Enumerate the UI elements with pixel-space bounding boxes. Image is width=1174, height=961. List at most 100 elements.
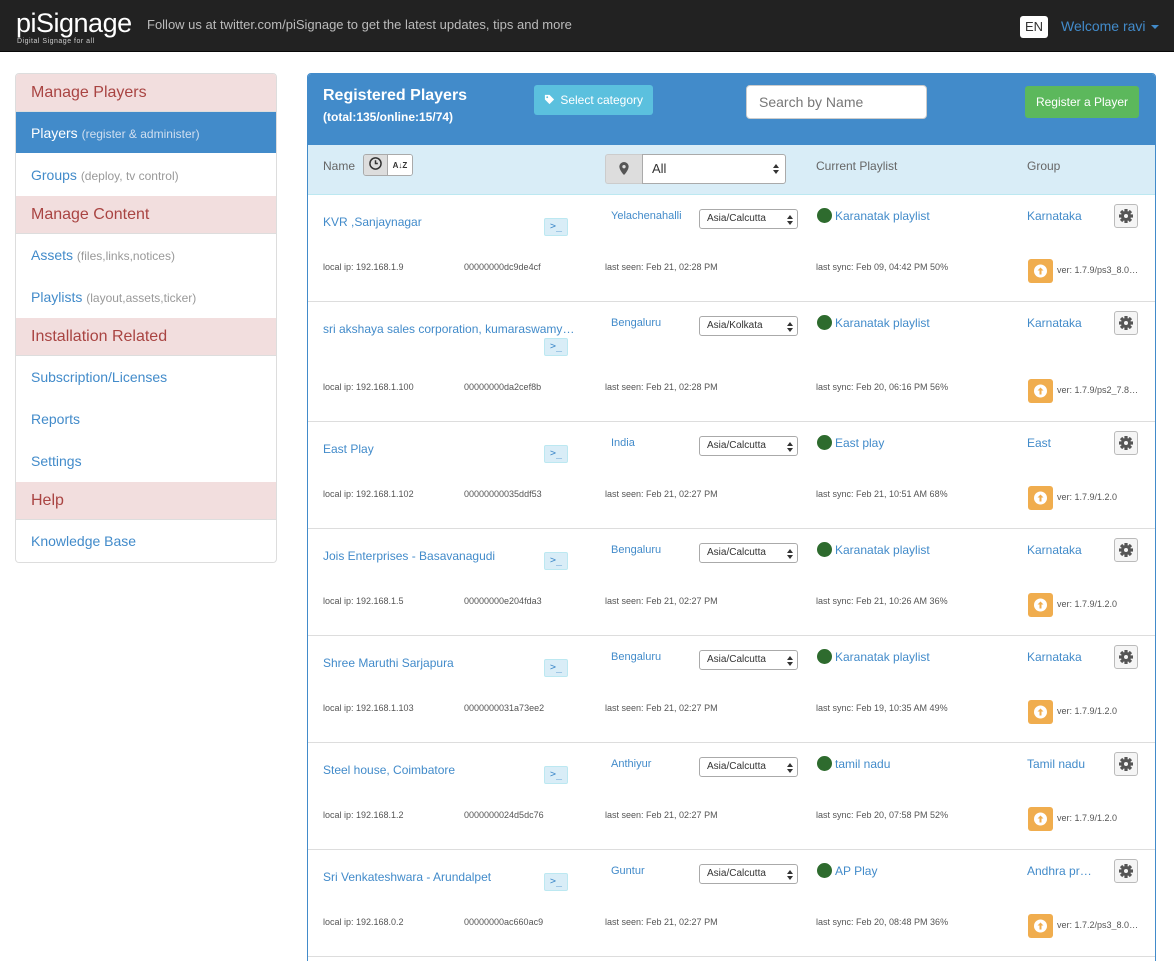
brand-logo[interactable]: piSignage Digital Signage for all [16,9,132,45]
terminal-icon[interactable]: >_ [544,873,568,891]
timezone-select[interactable]: Asia/Calcutta [699,436,798,456]
timezone-value: Asia/Calcutta [707,761,766,772]
upgrade-button[interactable] [1028,259,1053,283]
player-row: Sri Venkateshwara - Arundalpet >_ local … [308,850,1155,957]
upgrade-button[interactable] [1028,593,1053,617]
sidebar-item-assets[interactable]: Assets (files,links,notices) [16,234,276,276]
sidebar-item-playlists[interactable]: Playlists (layout,assets,ticker) [16,276,276,318]
register-player-button[interactable]: Register a Player [1025,86,1139,118]
upgrade-button[interactable] [1028,700,1053,724]
player-location-link[interactable]: India [611,437,635,449]
panel-title: Registered Players [323,87,467,105]
sidebar-item-hint: (layout,assets,ticker) [86,291,196,305]
player-row: KVR ,Sanjaynagar >_ local ip: 192.168.1.… [308,195,1155,302]
player-id: 00000000e204fda3 [464,596,542,606]
player-playlist-link[interactable]: Karanatak playlist [835,650,930,664]
terminal-icon[interactable]: >_ [544,766,568,784]
player-name-link[interactable]: sri akshaya sales corporation, kumaraswa… [323,322,575,336]
player-group-link[interactable]: Karnataka [1027,650,1095,664]
settings-button[interactable] [1114,311,1138,335]
sort-time-button[interactable] [364,155,388,175]
player-playlist-link[interactable]: East play [835,436,884,450]
player-last-sync: last sync: Feb 20, 06:16 PM 56% [816,382,948,392]
timezone-select[interactable]: Asia/Calcutta [699,650,798,670]
search-input[interactable] [746,85,927,119]
gear-icon [1115,432,1137,454]
sort-alpha-button[interactable]: A↓Z [388,155,412,175]
online-status-dot [817,435,832,450]
terminal-icon[interactable]: >_ [544,659,568,677]
player-local-ip: local ip: 192.168.1.103 [323,703,414,713]
player-group-link[interactable]: Karnataka [1027,209,1095,223]
upload-circle-icon [1028,593,1053,617]
player-location-link[interactable]: Yelachenahalli [611,210,682,222]
player-group-link[interactable]: East [1027,436,1095,450]
player-location-link[interactable]: Guntur [611,865,645,877]
settings-button[interactable] [1114,645,1138,669]
player-name-link[interactable]: Sri Venkateshwara - Arundalpet [323,870,575,884]
player-playlist-link[interactable]: Karanatak playlist [835,209,930,223]
sidebar-item-knowledge-base[interactable]: Knowledge Base [16,520,276,562]
upgrade-button[interactable] [1028,486,1053,510]
player-version: ver: 1.7.9/1.2.0 [1057,492,1141,502]
player-playlist-link[interactable]: Karanatak playlist [835,543,930,557]
player-group-link[interactable]: Andhra pra... [1027,864,1095,878]
select-arrows-icon [787,548,793,560]
player-name-link[interactable]: Shree Maruthi Sarjapura [323,656,575,670]
select-arrows-icon [787,655,793,667]
location-filter-select[interactable]: All [642,154,786,184]
player-location-link[interactable]: Anthiyur [611,758,651,770]
player-name-link[interactable]: East Play [323,442,575,456]
player-playlist-link[interactable]: AP Play [835,864,877,878]
player-group-link[interactable]: Tamil nadu [1027,757,1095,771]
terminal-icon[interactable]: >_ [544,552,568,570]
player-name-link[interactable]: Jois Enterprises - Basavanagudi [323,549,575,563]
terminal-icon[interactable]: >_ [544,445,568,463]
settings-button[interactable] [1114,431,1138,455]
player-location-link[interactable]: Bengaluru [611,651,661,663]
player-location-link[interactable]: Bengaluru [611,317,661,329]
settings-button[interactable] [1114,204,1138,228]
timezone-select[interactable]: Asia/Calcutta [699,757,798,777]
settings-button[interactable] [1114,538,1138,562]
select-category-button[interactable]: Select category [534,85,653,115]
sidebar-item-players[interactable]: Players (register & administer) [16,112,276,154]
sidebar-item-hint: (deploy, tv control) [81,169,179,183]
terminal-icon[interactable]: >_ [544,338,568,356]
timezone-select[interactable]: Asia/Calcutta [699,864,798,884]
sidebar-item-groups[interactable]: Groups (deploy, tv control) [16,154,276,196]
gear-icon [1115,860,1137,882]
upload-circle-icon [1028,700,1053,724]
upgrade-button[interactable] [1028,379,1053,403]
player-name-link[interactable]: KVR ,Sanjaynagar [323,215,575,229]
sidebar-heading-installation: Installation Related [16,318,276,356]
settings-button[interactable] [1114,752,1138,776]
upgrade-button[interactable] [1028,914,1053,938]
timezone-select[interactable]: Asia/Calcutta [699,543,798,563]
settings-button[interactable] [1114,859,1138,883]
upload-circle-icon [1028,486,1053,510]
player-local-ip: local ip: 192.168.1.2 [323,810,404,820]
timezone-value: Asia/Calcutta [707,440,766,451]
name-column-label: Name [323,159,355,173]
player-playlist-link[interactable]: tamil nadu [835,757,890,771]
player-group-link[interactable]: Karnataka [1027,543,1095,557]
user-menu[interactable]: Welcome ravi [1061,18,1159,34]
player-group-link[interactable]: Karnataka [1027,316,1095,330]
brand-tagline: Digital Signage for all [17,38,132,45]
timezone-select[interactable]: Asia/Kolkata [699,316,798,336]
terminal-icon[interactable]: >_ [544,218,568,236]
online-status-dot [817,649,832,664]
sidebar-item-settings[interactable]: Settings [16,440,276,482]
upgrade-button[interactable] [1028,807,1053,831]
language-button[interactable]: EN [1020,16,1048,38]
sidebar-item-reports[interactable]: Reports [16,398,276,440]
gear-icon [1115,312,1137,334]
top-navbar: piSignage Digital Signage for all Follow… [0,0,1174,52]
timezone-value: Asia/Calcutta [707,868,766,879]
player-playlist-link[interactable]: Karanatak playlist [835,316,930,330]
sidebar-item-subscription[interactable]: Subscription/Licenses [16,356,276,398]
player-location-link[interactable]: Bengaluru [611,544,661,556]
timezone-select[interactable]: Asia/Calcutta [699,209,798,229]
player-name-link[interactable]: Steel house, Coimbatore [323,763,575,777]
